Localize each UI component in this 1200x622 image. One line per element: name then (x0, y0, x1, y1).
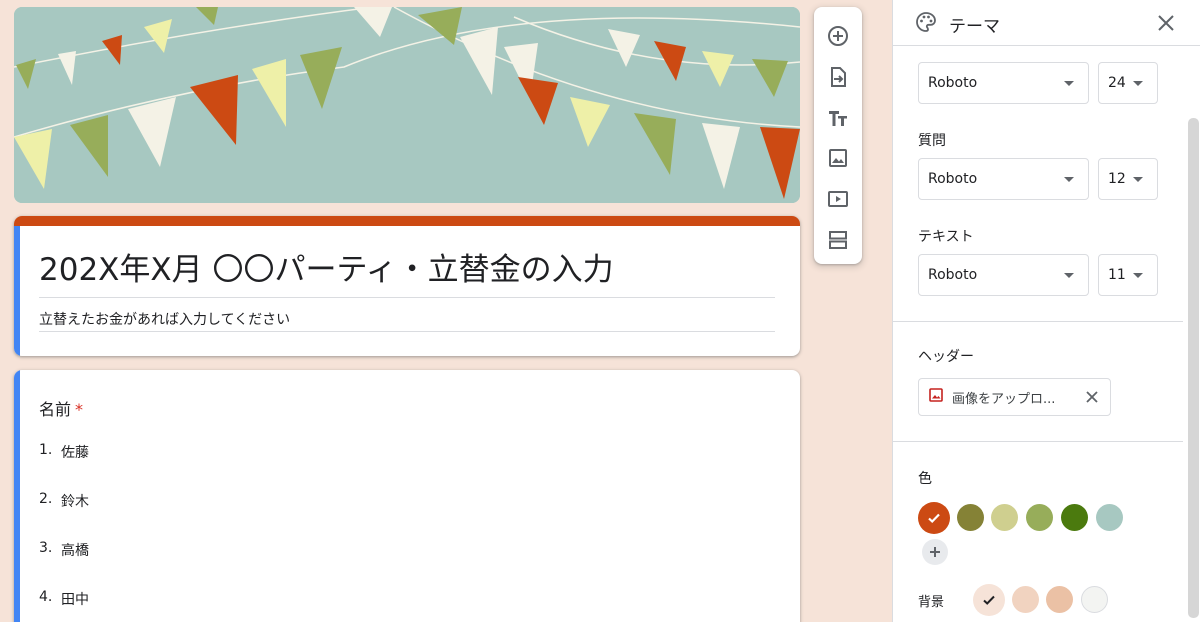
color-swatch-2[interactable] (957, 504, 984, 531)
image-icon (929, 388, 943, 406)
question-card[interactable]: 名前 * 1. 佐藤 2. 鈴木 3. 高橋 4. 田中 (14, 370, 800, 622)
theme-panel-header: テーマ (893, 0, 1200, 46)
text-size-value: 11 (1108, 267, 1126, 283)
color-swatch-3[interactable] (991, 504, 1018, 531)
question-label: 名前 (39, 400, 72, 419)
option-number: 3. (39, 540, 53, 556)
chevron-down-icon (1064, 177, 1074, 182)
chevron-down-icon (1064, 273, 1074, 278)
color-swatch-4[interactable] (1026, 504, 1053, 531)
add-custom-color-button[interactable] (922, 539, 948, 565)
list-item[interactable]: 2. 鈴木 (39, 491, 89, 540)
question-size-value: 12 (1108, 171, 1126, 187)
background-swatch-2[interactable] (1012, 586, 1039, 613)
text-font-select[interactable]: Roboto (918, 254, 1089, 296)
palette-icon (915, 11, 937, 37)
form-title[interactable]: 202X年X月 〇〇パーティ・立替金の入力 (39, 246, 775, 298)
add-section-icon[interactable] (821, 223, 855, 257)
upload-image-chip[interactable]: 画像をアップロ... (918, 378, 1111, 416)
panel-scrollbar[interactable] (1188, 118, 1199, 618)
background-swatch-4[interactable] (1081, 586, 1108, 613)
header-section-label: ヘッダー (918, 349, 974, 365)
add-title-icon[interactable] (821, 101, 855, 135)
question-section-label: 質問 (918, 133, 946, 149)
question-size-select[interactable]: 12 (1098, 158, 1158, 200)
close-icon[interactable] (1155, 12, 1177, 34)
panel-title: テーマ (949, 17, 1000, 37)
active-indicator-bar (14, 370, 20, 622)
option-list: 1. 佐藤 2. 鈴木 3. 高橋 4. 田中 (39, 442, 89, 622)
list-item[interactable]: 1. 佐藤 (39, 442, 89, 491)
plus-icon (930, 547, 940, 557)
required-asterisk: * (75, 400, 84, 419)
color-swatch-6[interactable] (1096, 504, 1123, 531)
background-swatch-3[interactable] (1046, 586, 1073, 613)
list-item[interactable]: 4. 田中 (39, 589, 89, 622)
option-label: 鈴木 (61, 494, 89, 510)
add-question-icon[interactable] (821, 19, 855, 53)
header-font-value: Roboto (928, 75, 978, 91)
form-description[interactable]: 立替えたお金があれば入力してください (39, 310, 775, 332)
option-number: 2. (39, 491, 53, 507)
header-size-select[interactable]: 24 (1098, 62, 1158, 104)
remove-image-icon[interactable] (1084, 389, 1100, 405)
import-questions-icon[interactable] (821, 60, 855, 94)
header-size-value: 24 (1108, 75, 1126, 91)
question-font-value: Roboto (928, 171, 978, 187)
check-icon (928, 513, 940, 524)
question-font-select[interactable]: Roboto (918, 158, 1089, 200)
option-label: 田中 (61, 592, 89, 608)
floating-toolbar (814, 7, 862, 264)
section-divider (893, 321, 1183, 322)
option-label: 高橋 (61, 543, 89, 559)
form-title-card[interactable]: 202X年X月 〇〇パーティ・立替金の入力 立替えたお金があれば入力してください (14, 216, 800, 356)
title-accent-bar (14, 216, 800, 226)
text-size-select[interactable]: 11 (1098, 254, 1158, 296)
header-font-select[interactable]: Roboto (918, 62, 1089, 104)
chevron-down-icon (1064, 81, 1074, 86)
theme-panel: テーマ Roboto 24 質問 Roboto 12 テキスト Roboto 1… (892, 0, 1200, 622)
chevron-down-icon (1133, 81, 1143, 86)
upload-image-label: 画像をアップロ... (952, 391, 1056, 407)
chevron-down-icon (1133, 273, 1143, 278)
color-swatch-1[interactable] (918, 502, 950, 534)
text-font-value: Roboto (928, 267, 978, 283)
check-icon (983, 595, 995, 605)
question-title: 名前 * (39, 396, 83, 420)
active-indicator-bar (14, 226, 20, 356)
text-section-label: テキスト (918, 229, 974, 245)
list-item[interactable]: 3. 高橋 (39, 540, 89, 589)
color-section-label: 色 (918, 471, 932, 487)
chevron-down-icon (1133, 177, 1143, 182)
section-divider (893, 441, 1183, 442)
option-number: 1. (39, 442, 53, 458)
option-number: 4. (39, 589, 53, 605)
header-banner-image (14, 7, 800, 203)
option-label: 佐藤 (61, 445, 89, 461)
add-image-icon[interactable] (821, 141, 855, 175)
background-swatch-1[interactable] (973, 584, 1005, 616)
add-video-icon[interactable] (821, 182, 855, 216)
color-swatch-5[interactable] (1061, 504, 1088, 531)
background-section-label: 背景 (918, 595, 945, 610)
